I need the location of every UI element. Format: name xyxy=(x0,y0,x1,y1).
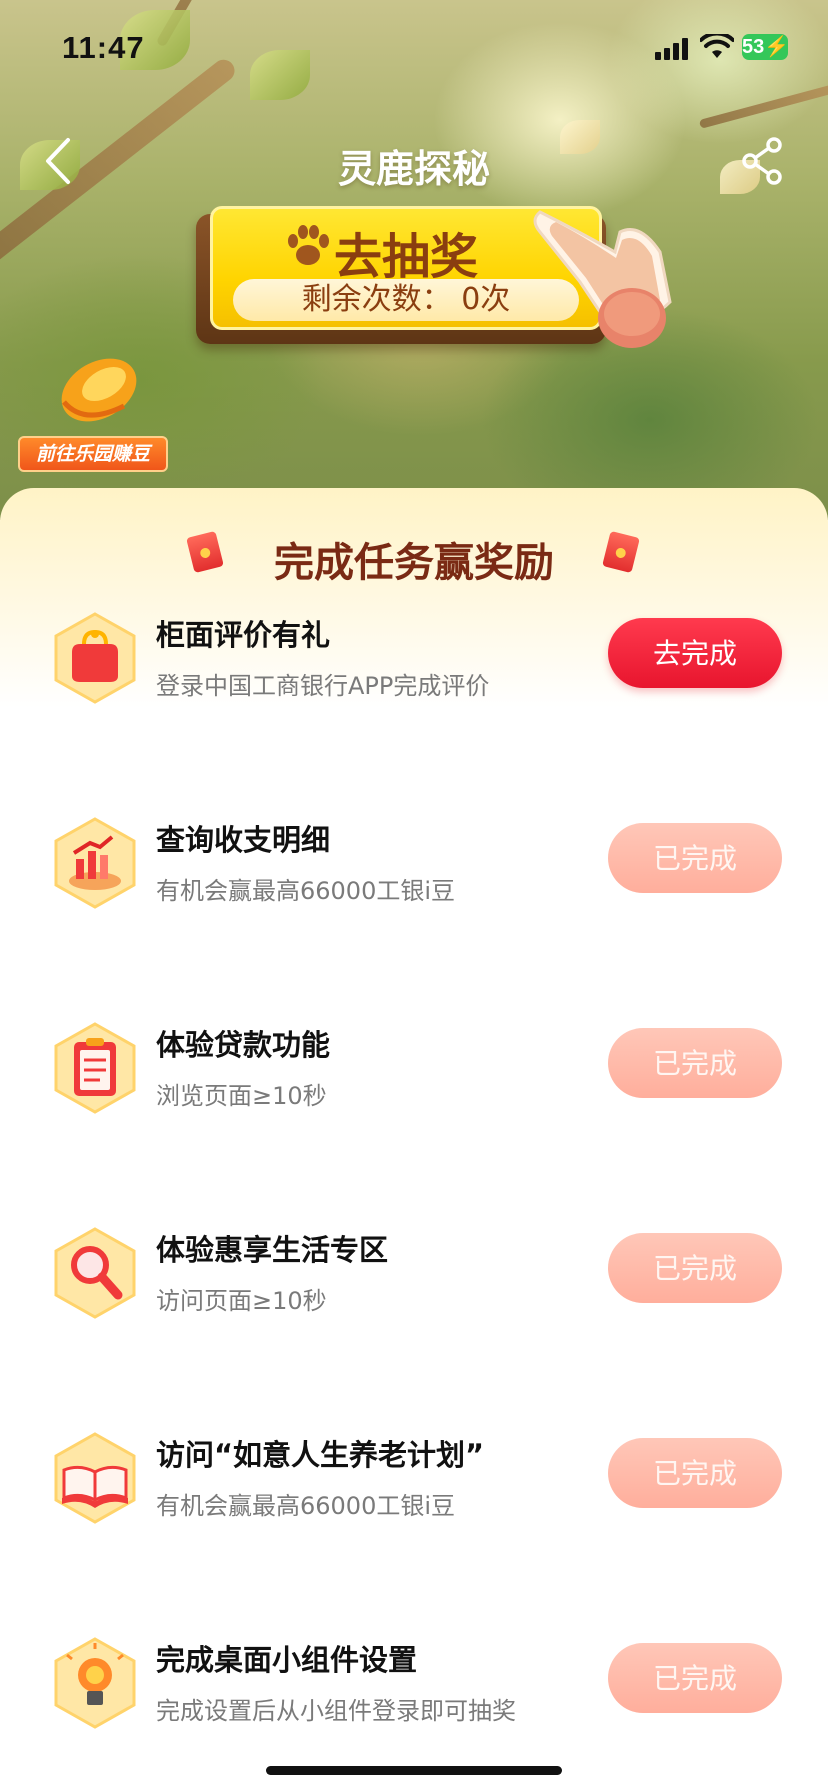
task-title: 柜面评价有礼 xyxy=(156,618,331,652)
task-done-button[interactable]: 已完成 xyxy=(608,1028,782,1098)
task-title: 体验惠享生活专区 xyxy=(156,1233,389,1267)
battery-indicator: 53⚡ xyxy=(742,34,790,60)
go-park-button[interactable]: 前往乐园赚豆 xyxy=(18,346,168,472)
clipboard-icon xyxy=(50,1020,140,1116)
nav-bar: 灵鹿探秘 xyxy=(0,110,828,210)
task-done-button[interactable]: 已完成 xyxy=(608,823,782,893)
task-go-button[interactable]: 去完成 xyxy=(608,618,782,688)
page-title: 灵鹿探秘 xyxy=(337,147,490,191)
task-done-button[interactable]: 已完成 xyxy=(608,1643,782,1713)
task-item: 访问“如意人生养老计划” 有机会赢最高66000工银i豆 已完成 xyxy=(0,1416,828,1556)
book-icon xyxy=(50,1430,140,1526)
task-title: 访问“如意人生养老计划” xyxy=(156,1438,485,1472)
battery-level: 53 xyxy=(742,36,765,58)
wifi-icon xyxy=(700,34,734,58)
task-subtitle: 有机会赢最高66000工银i豆 xyxy=(156,1492,456,1520)
task-item: 体验贷款功能 浏览页面≥10秒 已完成 xyxy=(0,1006,828,1146)
task-title: 查询收支明细 xyxy=(156,823,331,857)
lightbulb-icon xyxy=(50,1635,140,1731)
home-indicator[interactable] xyxy=(266,1766,562,1775)
cellular-signal-icon xyxy=(655,38,691,60)
share-icon xyxy=(742,137,782,185)
chart-icon xyxy=(50,815,140,911)
task-title: 体验贷款功能 xyxy=(156,1028,331,1062)
pointing-hand-icon xyxy=(533,210,672,348)
task-done-button[interactable]: 已完成 xyxy=(608,1438,782,1508)
task-title: 完成桌面小组件设置 xyxy=(156,1643,418,1677)
share-button[interactable] xyxy=(740,136,786,186)
bean-icon xyxy=(61,358,137,422)
panel-title: 完成任务赢奖励 xyxy=(274,540,554,586)
task-item: 柜面评价有礼 登录中国工商银行APP完成评价 去完成 xyxy=(0,596,828,736)
task-panel: 完成任务赢奖励 柜面评价有礼 登录中国工商银行APP完成评价 去完成 查询收支明… xyxy=(0,488,828,1792)
task-item: 查询收支明细 有机会赢最高66000工银i豆 已完成 xyxy=(0,801,828,941)
status-bar: 11:47 53⚡ xyxy=(0,0,828,100)
go-park-label: 前往乐园赚豆 xyxy=(18,436,168,472)
task-done-button[interactable]: 已完成 xyxy=(608,1233,782,1303)
task-item: 完成桌面小组件设置 完成设置后从小组件登录即可抽奖 已完成 xyxy=(0,1621,828,1761)
task-subtitle: 访问页面≥10秒 xyxy=(156,1287,327,1315)
magnifier-icon xyxy=(50,1225,140,1321)
task-subtitle: 浏览页面≥10秒 xyxy=(156,1082,327,1110)
task-subtitle: 有机会赢最高66000工银i豆 xyxy=(156,877,456,905)
task-subtitle: 登录中国工商银行APP完成评价 xyxy=(156,672,490,700)
task-item: 体验惠享生活专区 访问页面≥10秒 已完成 xyxy=(0,1211,828,1351)
purse-icon xyxy=(50,610,140,706)
status-time: 11:47 xyxy=(62,30,145,65)
task-subtitle: 完成设置后从小组件登录即可抽奖 xyxy=(156,1697,516,1725)
